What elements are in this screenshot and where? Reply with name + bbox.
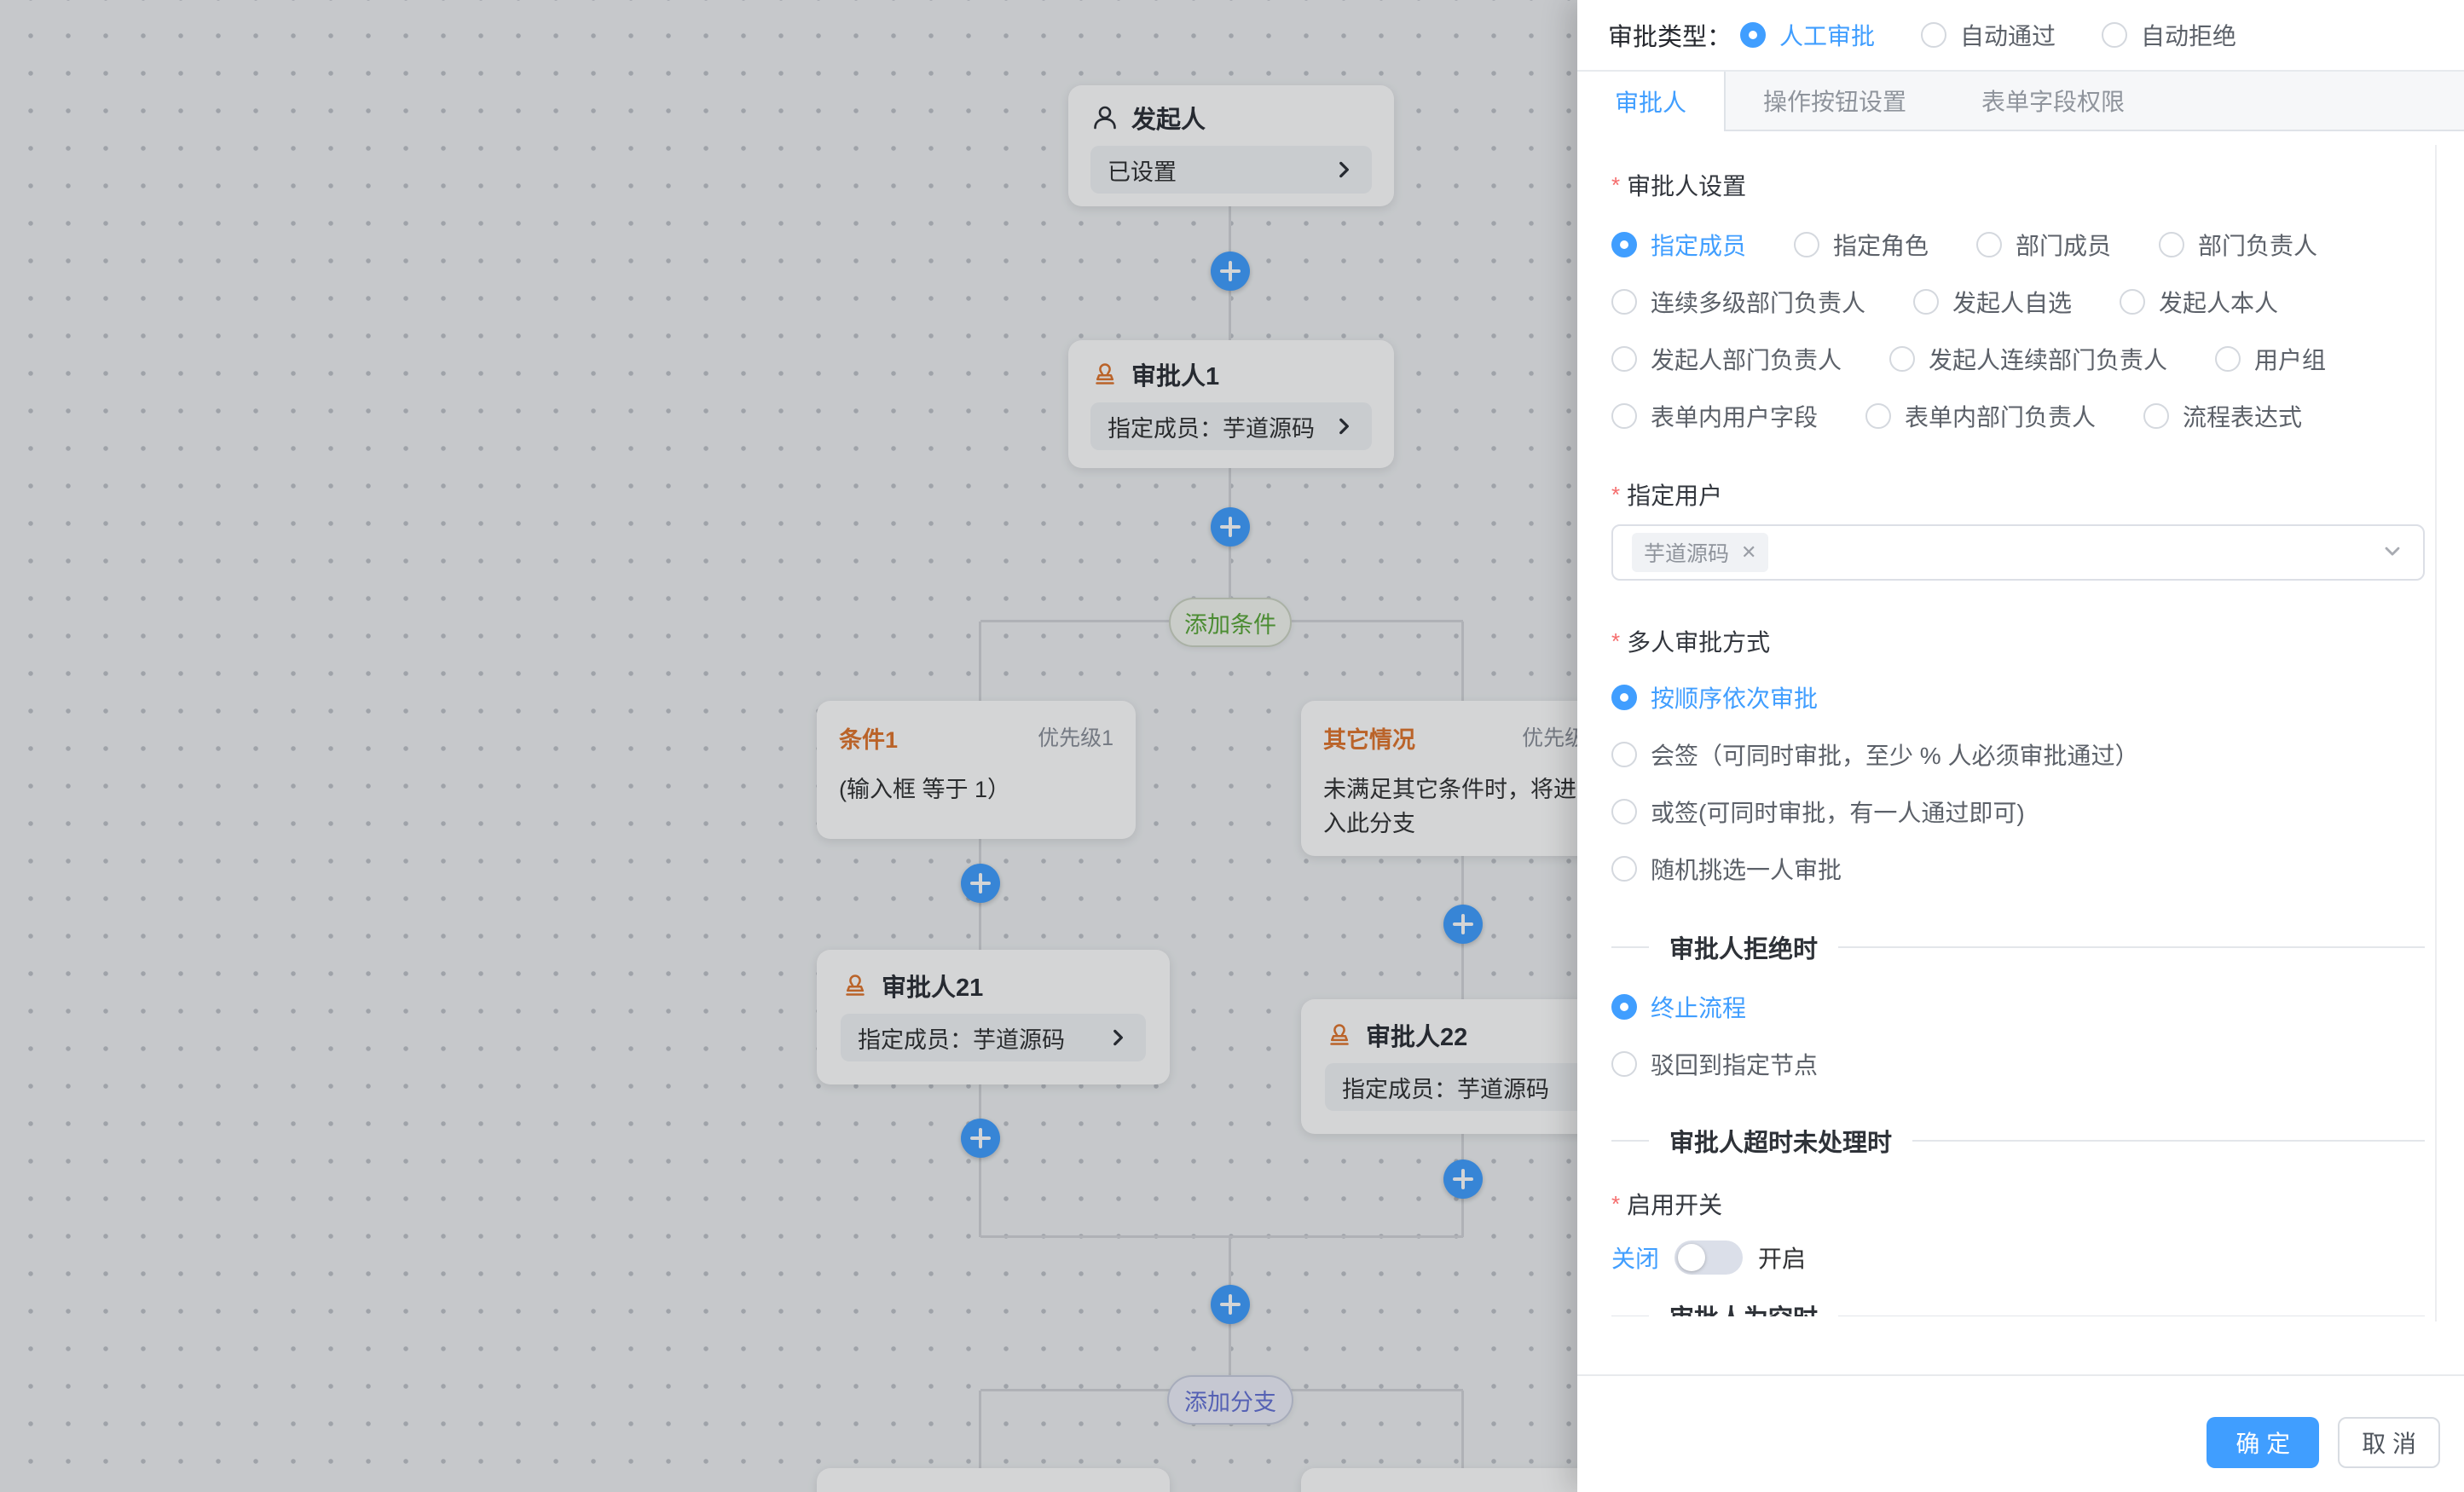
scrollbar-track[interactable] — [2435, 145, 2437, 1321]
radio-or-sign[interactable]: 或签(可同时审批，有一人通过即可) — [1611, 795, 2025, 829]
radio-form-dept-leader[interactable]: 表单内部门负责人 — [1865, 399, 2096, 433]
radio-circle-icon — [1740, 22, 1766, 48]
tab-action-buttons[interactable]: 操作按钮设置 — [1726, 72, 1944, 130]
required-asterisk: * — [1611, 482, 1620, 508]
radio-circle-icon — [1611, 799, 1637, 824]
tag-close-icon[interactable]: ✕ — [1741, 543, 1756, 562]
radio-return-to-node[interactable]: 驳回到指定节点 — [1611, 1047, 1818, 1081]
radio-terminate-process[interactable]: 终止流程 — [1611, 990, 1746, 1024]
timeout-divider: 审批人超时未处理时 — [1611, 1125, 2425, 1157]
radio-circle-icon — [1913, 289, 1939, 315]
radio-circle-icon — [1611, 289, 1637, 315]
radio-circle-icon — [1611, 1051, 1637, 1077]
tab-form-field-permissions[interactable]: 表单字段权限 — [1944, 72, 2162, 130]
radio-circle-icon — [1865, 403, 1891, 429]
confirm-button[interactable]: 确 定 — [2207, 1417, 2319, 1468]
enable-switch-label: * 启用开关 — [1611, 1188, 2425, 1220]
radio-initiator-multi-dept-leader[interactable]: 发起人连续部门负责人 — [1889, 342, 2167, 376]
timeout-enable-switch[interactable] — [1674, 1240, 1743, 1275]
cancel-button[interactable]: 取 消 — [2338, 1417, 2440, 1468]
radio-assigned-role[interactable]: 指定角色 — [1794, 228, 1929, 262]
chevron-down-icon — [2380, 539, 2404, 567]
radio-initiator-self[interactable]: 发起人本人 — [2120, 285, 2278, 319]
radio-assigned-member[interactable]: 指定成员 — [1611, 228, 1746, 262]
radio-dept-leader[interactable]: 部门负责人 — [2159, 228, 2317, 262]
radio-circle-icon — [1611, 994, 1637, 1020]
approver-type-row2: 连续多级部门负责人 发起人自选 发起人本人 — [1611, 286, 2425, 318]
multi-mode-label: * 多人审批方式 — [1611, 625, 2425, 657]
radio-initiator-select[interactable]: 发起人自选 — [1913, 285, 2072, 319]
approval-type-label: 审批类型： — [1608, 17, 1732, 53]
radio-random-one[interactable]: 随机挑选一人审批 — [1611, 852, 1842, 886]
empty-approver-divider: 审批人为空时 — [1611, 1300, 2425, 1316]
radio-circle-icon — [1611, 685, 1637, 710]
approval-type-row: 审批类型： 人工审批 自动通过 自动拒绝 — [1577, 0, 2464, 70]
drawer-body[interactable]: * 审批人设置 指定成员 指定角色 部门成员 部门负责人 连续多级部门负责人 发… — [1577, 131, 2464, 1316]
switch-off-label: 关闭 — [1611, 1240, 1659, 1275]
radio-circle-icon — [2102, 22, 2127, 48]
selected-user-tag: 芋道源码 ✕ — [1632, 533, 1768, 572]
radio-circle-icon — [1611, 856, 1637, 882]
radio-form-user-field[interactable]: 表单内用户字段 — [1611, 399, 1818, 433]
radio-initiator-dept-leader[interactable]: 发起人部门负责人 — [1611, 342, 1842, 376]
drawer-footer: 确 定 取 消 — [2207, 1417, 2440, 1468]
radio-countersign[interactable]: 会签（可同时审批，至少 % 人必须审批通过） — [1611, 737, 2138, 772]
radio-dept-member[interactable]: 部门成员 — [1976, 228, 2111, 262]
approver-settings-drawer: 审批类型： 人工审批 自动通过 自动拒绝 审批人 操作按钮设置 表单字段权限 — [1577, 0, 2464, 1492]
radio-circle-icon — [2215, 346, 2241, 372]
reject-divider: 审批人拒绝时 — [1611, 931, 2425, 963]
radio-circle-icon — [1794, 232, 1819, 257]
settings-tabs: 审批人 操作按钮设置 表单字段权限 — [1577, 70, 2464, 131]
radio-circle-icon — [2143, 403, 2169, 429]
radio-sequential-approval[interactable]: 按顺序依次审批 — [1611, 680, 1818, 714]
workflow-designer: 发起人 已设置 审批人1 指定成员：芋道源码 — [0, 0, 2464, 1492]
radio-circle-icon — [2120, 289, 2145, 315]
approver-setting-label: * 审批人设置 — [1611, 169, 2425, 201]
timeout-switch-row: 关闭 开启 — [1611, 1239, 2425, 1276]
footer-divider — [1577, 1374, 2464, 1376]
switch-on-label: 开启 — [1758, 1240, 1806, 1275]
approver-type-row4: 表单内用户字段 表单内部门负责人 流程表达式 — [1611, 400, 2425, 432]
tab-approver[interactable]: 审批人 — [1577, 72, 1726, 131]
radio-manual-approval[interactable]: 人工审批 — [1740, 18, 1875, 52]
radio-circle-icon — [1611, 742, 1637, 767]
radio-circle-icon — [1889, 346, 1915, 372]
radio-circle-icon — [1611, 346, 1637, 372]
radio-circle-icon — [2159, 232, 2184, 257]
radio-multi-level-dept-leader[interactable]: 连续多级部门负责人 — [1611, 285, 1865, 319]
assign-user-label: * 指定用户 — [1611, 478, 2425, 511]
radio-circle-icon — [1611, 403, 1637, 429]
radio-auto-reject[interactable]: 自动拒绝 — [2102, 18, 2236, 52]
radio-circle-icon — [1976, 232, 2002, 257]
switch-knob — [1678, 1244, 1705, 1271]
assign-user-select[interactable]: 芋道源码 ✕ — [1611, 524, 2425, 581]
approver-type-row1: 指定成员 指定角色 部门成员 部门负责人 — [1611, 228, 2425, 261]
required-asterisk: * — [1611, 172, 1620, 199]
radio-circle-icon — [1611, 232, 1637, 257]
radio-process-expression[interactable]: 流程表达式 — [2143, 399, 2302, 433]
radio-circle-icon — [1921, 22, 1946, 48]
required-asterisk: * — [1611, 1191, 1620, 1217]
radio-auto-approve[interactable]: 自动通过 — [1921, 18, 2056, 52]
radio-user-group[interactable]: 用户组 — [2215, 342, 2326, 376]
required-asterisk: * — [1611, 628, 1620, 655]
approver-type-row3: 发起人部门负责人 发起人连续部门负责人 用户组 — [1611, 343, 2425, 375]
